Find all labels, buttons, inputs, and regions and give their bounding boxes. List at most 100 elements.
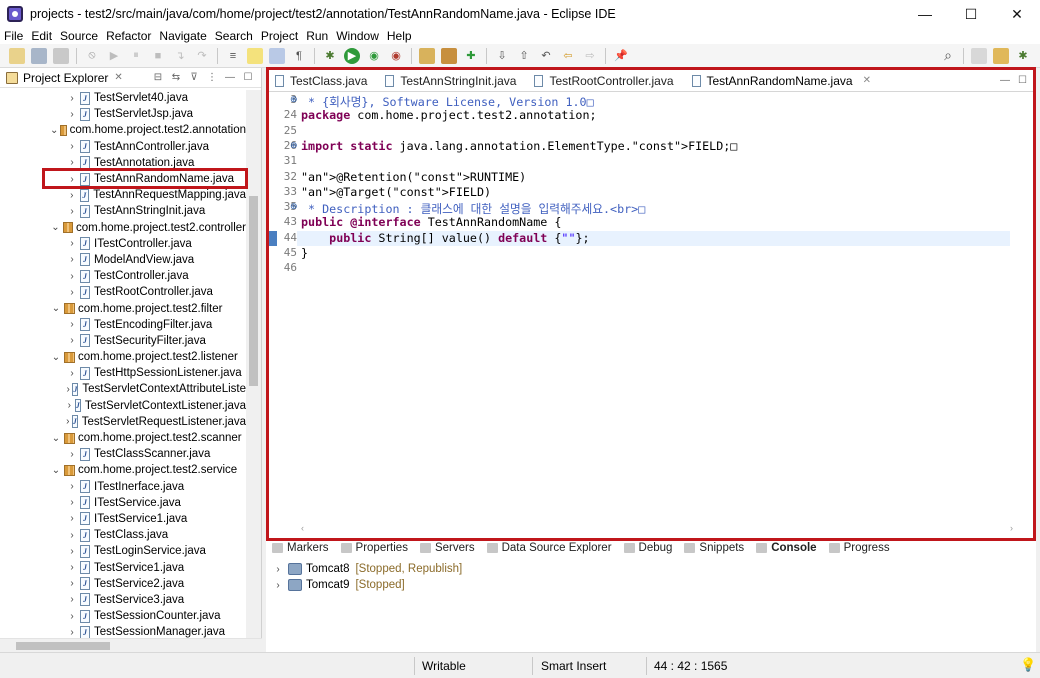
tree-package[interactable]: ⌄ com.home.project.test2.filter [0,300,246,316]
editor-tab-testannrandomname[interactable]: TestAnnRandomName.java ✕ [685,70,883,91]
menu-help[interactable]: Help [383,28,416,44]
code-area[interactable]: 3 ⊕ * {회사명}, Software License, Version 1.… [269,92,1033,516]
tree-file[interactable]: › J TestClass.java [0,527,246,543]
scrollbar-thumb[interactable] [249,196,258,386]
chevron-right-icon[interactable]: › [66,530,78,541]
chevron-right-icon[interactable]: › [66,206,78,217]
tree-package[interactable]: ⌄ com.home.project.test2.service [0,462,246,478]
view-menu-icon[interactable]: ⋮ [205,71,219,85]
menu-refactor[interactable]: Refactor [102,28,155,44]
fold-expand-icon[interactable]: ⊕ [290,201,298,212]
collapse-all-icon[interactable]: ⊟ [151,71,165,85]
tree-file[interactable]: › J TestServletJsp.java [0,106,246,122]
code-line[interactable]: import static java.lang.annotation.Eleme… [301,139,737,153]
debug-icon[interactable]: ✱ [322,48,338,64]
chevron-right-icon[interactable]: › [66,481,78,492]
tree-package[interactable]: ⌄ com.home.project.test2.annotation [0,122,246,138]
new-package-icon[interactable] [441,47,457,64]
tree-file[interactable]: › J TestSecurityFilter.java [0,333,246,349]
previous-annotation-icon[interactable]: ⇧ [516,48,532,64]
link-with-editor-icon[interactable]: ⇆ [169,71,183,85]
chevron-right-icon[interactable]: › [66,335,78,346]
chevron-down-icon[interactable]: ⌄ [50,222,61,233]
search-icon[interactable]: ⌕ [940,47,956,64]
fold-expand-icon[interactable]: ⊕ [290,140,298,151]
code-line[interactable]: } [301,246,308,260]
chevron-right-icon[interactable]: › [66,238,78,249]
code-line[interactable]: public String[] value() default {""}; [301,231,589,245]
chevron-right-icon[interactable]: › [272,580,284,591]
filter-icon[interactable]: ⊽ [187,71,201,85]
tab-properties[interactable]: Properties [335,541,414,555]
tree-file[interactable]: › J TestService3.java [0,592,246,608]
menu-file[interactable]: File [0,28,27,44]
editor-tab-testclass[interactable]: TestClass.java [269,70,379,91]
menu-project[interactable]: Project [257,28,302,44]
next-annotation-icon[interactable]: ⇩ [494,48,510,64]
maximize-button[interactable]: ☐ [948,0,994,28]
code-line[interactable]: package com.home.project.test2.annotatio… [301,108,597,122]
fold-expand-icon[interactable]: ⊕ [290,94,298,105]
chevron-down-icon[interactable]: ⌄ [50,465,62,476]
new-java-project-icon[interactable] [419,47,435,64]
tree-file[interactable]: › J TestAnnController.java [0,139,246,155]
tree-file[interactable]: › J TestSessionManager.java [0,624,246,638]
chevron-down-icon[interactable]: ⌄ [50,433,62,444]
tab-data-source-explorer[interactable]: Data Source Explorer [481,541,618,555]
chevron-down-icon[interactable]: ⌄ [50,125,58,136]
highlight-icon[interactable] [247,47,263,64]
tree-file[interactable]: › J ITestInerface.java [0,479,246,495]
explorer-vertical-scrollbar[interactable] [246,90,261,638]
mark-icon[interactable] [269,47,285,64]
chevron-right-icon[interactable]: › [66,319,78,330]
tree-package[interactable]: ⌄ com.home.project.test2.scanner [0,430,246,446]
forward-icon[interactable]: ⇨ [582,48,598,64]
tree-file[interactable]: › J TestLoginService.java [0,543,246,559]
step-over-icon[interactable]: ↷ [194,48,210,64]
run-icon[interactable]: ▶ [344,47,360,64]
scrollbar-thumb[interactable] [16,642,110,650]
tree-file[interactable]: › J ModelAndView.java [0,252,246,268]
external-tools-icon[interactable]: ◉ [388,48,404,64]
tree-file[interactable]: › J TestClassScanner.java [0,446,246,462]
format-icon[interactable]: ≡ [225,48,241,64]
chevron-right-icon[interactable]: › [66,627,78,638]
chevron-right-icon[interactable]: › [66,400,73,411]
tree-file[interactable]: › J TestService2.java [0,576,246,592]
menu-search[interactable]: Search [211,28,257,44]
tree-file[interactable]: › J TestService1.java [0,559,246,575]
chevron-right-icon[interactable]: › [66,546,78,557]
pin-editor-icon[interactable]: 📌 [613,48,629,64]
tab-servers[interactable]: Servers [414,541,481,555]
last-edit-icon[interactable]: ↶ [538,48,554,64]
chevron-right-icon[interactable]: › [66,562,78,573]
tree-file[interactable]: › J TestRootController.java [0,284,246,300]
chevron-right-icon[interactable]: › [66,190,78,201]
resume-icon[interactable]: ▶ [106,48,122,64]
close-button[interactable]: ✕ [994,0,1040,28]
java-perspective-icon[interactable] [993,47,1009,64]
tree-file[interactable]: › J TestServletContextAttributeListe [0,381,246,397]
chevron-right-icon[interactable]: › [66,254,78,265]
save-icon[interactable] [31,47,47,64]
skip-breakpoints-icon[interactable]: ⦸ [84,48,100,64]
server-item-tomcat9[interactable]: › Tomcat9 [Stopped] [272,577,1036,593]
chevron-right-icon[interactable]: › [66,594,78,605]
chevron-right-icon[interactable]: › [66,287,78,298]
chevron-right-icon[interactable]: › [66,578,78,589]
minimize-view-icon[interactable]: — [1000,75,1010,86]
tree-package[interactable]: ⌄ com.home.project.test2.listener [0,349,246,365]
tree-file[interactable]: › J TestSessionCounter.java [0,608,246,624]
back-icon[interactable]: ⇦ [560,48,576,64]
minimize-button[interactable]: — [902,0,948,28]
chevron-right-icon[interactable]: › [66,513,78,524]
explorer-horizontal-scrollbar[interactable] [0,638,262,652]
maximize-view-icon[interactable]: ☐ [241,71,255,85]
server-item-tomcat8[interactable]: › Tomcat8 [Stopped, Republish] [272,561,1036,577]
chevron-down-icon[interactable]: ⌄ [50,352,62,363]
chevron-right-icon[interactable]: › [66,384,70,395]
tree-file[interactable]: › J ITestController.java [0,236,246,252]
new-class-icon[interactable]: ✚ [463,48,479,64]
minimize-view-icon[interactable]: — [223,71,237,85]
coverage-icon[interactable]: ◉ [366,48,382,64]
